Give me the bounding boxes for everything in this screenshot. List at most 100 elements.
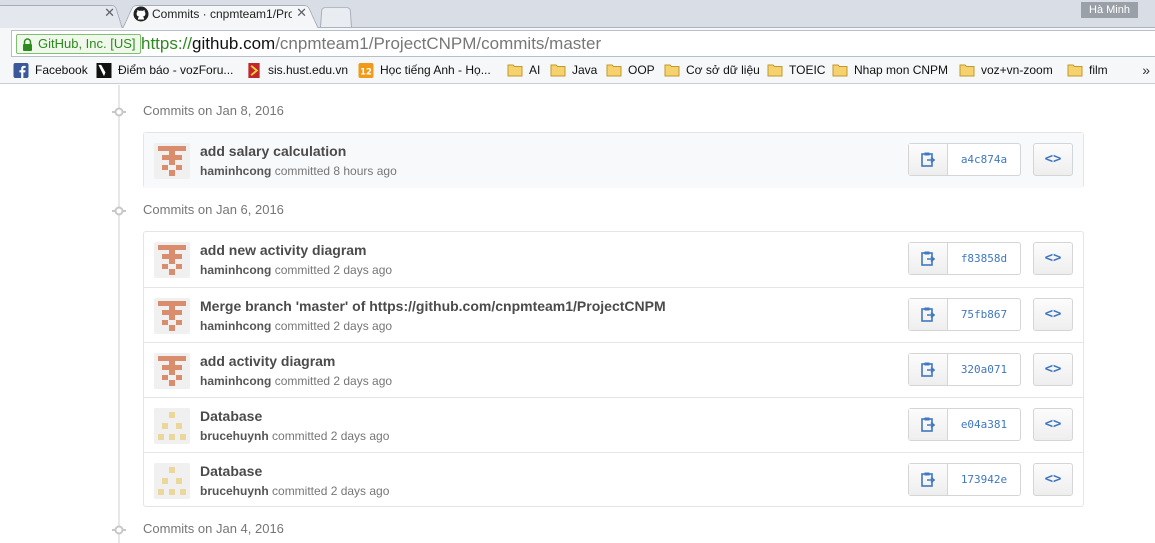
copy-sha-button[interactable] xyxy=(909,243,948,274)
bookmark-label: Học tiếng Anh - Họ... xyxy=(380,63,491,77)
github-icon xyxy=(133,6,149,22)
commit-meta: haminhcong committed 2 days ago xyxy=(200,319,392,333)
url-text[interactable]: https://github.com/cnpmteam1/ProjectCNPM… xyxy=(141,33,601,54)
code-icon: <> xyxy=(1044,471,1062,487)
bookmark-label: OOP xyxy=(628,63,655,77)
bookmark-voz[interactable]: Điểm báo - vozForu... xyxy=(96,62,233,80)
commit-author-link[interactable]: brucehuynh xyxy=(200,484,269,498)
commit-sha-link[interactable]: e04a381 xyxy=(948,409,1020,440)
bookmark-folder-toeic[interactable]: TOEIC xyxy=(767,62,825,80)
sha-button-group: 320a071 xyxy=(908,353,1021,386)
bookmark-hust[interactable]: sis.hust.edu.vn xyxy=(246,62,348,80)
ev-badge-label: GitHub, Inc. [US] xyxy=(38,36,136,51)
close-tab-icon[interactable]: ✕ xyxy=(104,6,115,20)
url-path: /cnpmteam1/ProjectCNPM/commits/master xyxy=(275,34,602,53)
code-icon: <> xyxy=(1044,361,1062,377)
bookmark-folder-oop[interactable]: OOP xyxy=(606,62,655,80)
commit-meta: brucehuynh committed 2 days ago xyxy=(200,429,389,443)
browse-tree-button[interactable]: <> xyxy=(1033,298,1073,331)
bookmarks-overflow-chevron[interactable]: » xyxy=(1142,62,1150,78)
voz-icon xyxy=(96,63,112,78)
commits-page: Commits on Jan 8, 2016 add salary calcul… xyxy=(0,85,1155,543)
copy-sha-button[interactable] xyxy=(909,409,948,440)
new-tab-button[interactable] xyxy=(320,5,352,27)
profile-badge[interactable]: Hà Minh xyxy=(1081,2,1138,18)
commit-author-link[interactable]: haminhcong xyxy=(200,319,271,333)
browse-tree-button[interactable]: <> xyxy=(1033,408,1073,441)
commit-author-link[interactable]: haminhcong xyxy=(200,374,271,388)
git-commit-icon xyxy=(112,206,126,216)
tab-active[interactable]: Commits · cnpmteam1/Pro ✕ xyxy=(122,2,319,30)
english-icon: 12 xyxy=(358,63,374,78)
commit-sha-link[interactable]: 173942e xyxy=(948,464,1020,495)
bookmark-label: Điểm báo - vozForu... xyxy=(118,63,234,77)
commit-author-link[interactable]: haminhcong xyxy=(200,164,271,178)
bookmark-label: sis.hust.edu.vn xyxy=(268,63,349,77)
commit-author-link[interactable]: haminhcong xyxy=(200,263,271,277)
url-host: github.com xyxy=(192,34,276,53)
tab-1[interactable]: ✕ xyxy=(0,2,123,30)
avatar[interactable] xyxy=(154,298,190,334)
ev-certificate-badge[interactable]: GitHub, Inc. [US] xyxy=(16,34,141,54)
bookmark-folder-csdl[interactable]: Cơ sở dữ liệu xyxy=(664,62,760,80)
bookmark-folder-java[interactable]: Java xyxy=(550,62,597,80)
bookmark-label: film xyxy=(1089,63,1108,77)
sha-button-group: a4c874a xyxy=(908,143,1021,176)
commit-message-link[interactable]: Database xyxy=(200,408,262,424)
commit-time: committed 2 days ago xyxy=(274,374,393,388)
bookmark-facebook[interactable]: Facebook xyxy=(13,62,88,80)
commit-message-link[interactable]: add activity diagram xyxy=(200,353,335,369)
commit-message-link[interactable]: add new activity diagram xyxy=(200,242,367,258)
commit-sha-link[interactable]: 75fb867 xyxy=(948,299,1020,330)
commit-row: Merge branch 'master' of https://github.… xyxy=(144,287,1083,342)
bookmark-folder-film[interactable]: film xyxy=(1067,62,1108,80)
tab-title: Commits · cnpmteam1/Pro xyxy=(152,7,292,21)
copy-sha-button[interactable] xyxy=(909,299,948,330)
code-icon: <> xyxy=(1044,250,1062,266)
avatar[interactable] xyxy=(154,143,190,179)
commit-message-link[interactable]: Database xyxy=(200,463,262,479)
commit-time: committed 2 days ago xyxy=(274,263,393,277)
avatar[interactable] xyxy=(154,242,190,278)
browse-tree-button[interactable]: <> xyxy=(1033,242,1073,275)
browse-tree-button[interactable]: <> xyxy=(1033,463,1073,496)
bookmark-label: Nhap mon CNPM xyxy=(854,63,949,77)
commit-message-link[interactable]: add salary calculation xyxy=(200,143,346,159)
commit-sha-link[interactable]: 320a071 xyxy=(948,354,1020,385)
bookmark-english[interactable]: 12 Học tiếng Anh - Họ... xyxy=(358,62,491,80)
bookmark-label: AI xyxy=(529,63,541,77)
commit-author-link[interactable]: brucehuynh xyxy=(200,429,269,443)
git-commit-icon xyxy=(112,107,126,117)
commit-day-label: Commits on Jan 6, 2016 xyxy=(143,202,284,217)
browse-tree-button[interactable]: <> xyxy=(1033,143,1073,176)
copy-sha-button[interactable] xyxy=(909,464,948,495)
bookmark-label: Cơ sở dữ liệu xyxy=(686,63,760,77)
commit-message-link[interactable]: Merge branch 'master' of https://github.… xyxy=(200,298,666,314)
bookmark-folder-cnpm[interactable]: Nhap mon CNPM xyxy=(832,62,948,80)
lock-icon xyxy=(23,38,32,51)
commit-sha-link[interactable]: f83858d xyxy=(948,243,1020,274)
commit-sha-link[interactable]: a4c874a xyxy=(948,144,1020,175)
bookmark-folder-voz-zoom[interactable]: voz+vn-zoom xyxy=(959,62,1053,80)
commit-day-label: Commits on Jan 4, 2016 xyxy=(143,521,284,536)
avatar[interactable] xyxy=(154,353,190,389)
bookmark-folder-ai[interactable]: AI xyxy=(507,62,540,80)
facebook-icon xyxy=(13,63,29,78)
commit-group: add salary calculation haminhcong commit… xyxy=(143,132,1084,188)
avatar[interactable] xyxy=(154,408,190,444)
folder-icon xyxy=(1067,64,1083,77)
url-scheme: https:// xyxy=(141,34,193,53)
avatar[interactable] xyxy=(154,463,190,499)
copy-sha-button[interactable] xyxy=(909,144,948,175)
bookmark-label: Facebook xyxy=(35,63,88,77)
commit-row: Database brucehuynh committed 2 days ago… xyxy=(144,452,1083,507)
clipboard-icon xyxy=(921,307,935,322)
folder-icon xyxy=(767,64,783,77)
clipboard-icon xyxy=(921,152,935,167)
close-tab-icon[interactable]: ✕ xyxy=(296,6,307,20)
bookmark-label: Java xyxy=(572,63,598,77)
tab-strip: ✕ Commits · cnpmteam1/Pro ✕ Hà Minh xyxy=(0,0,1155,30)
address-bar[interactable]: GitHub, Inc. [US] https://github.com/cnp… xyxy=(11,30,1155,57)
browse-tree-button[interactable]: <> xyxy=(1033,353,1073,386)
copy-sha-button[interactable] xyxy=(909,354,948,385)
